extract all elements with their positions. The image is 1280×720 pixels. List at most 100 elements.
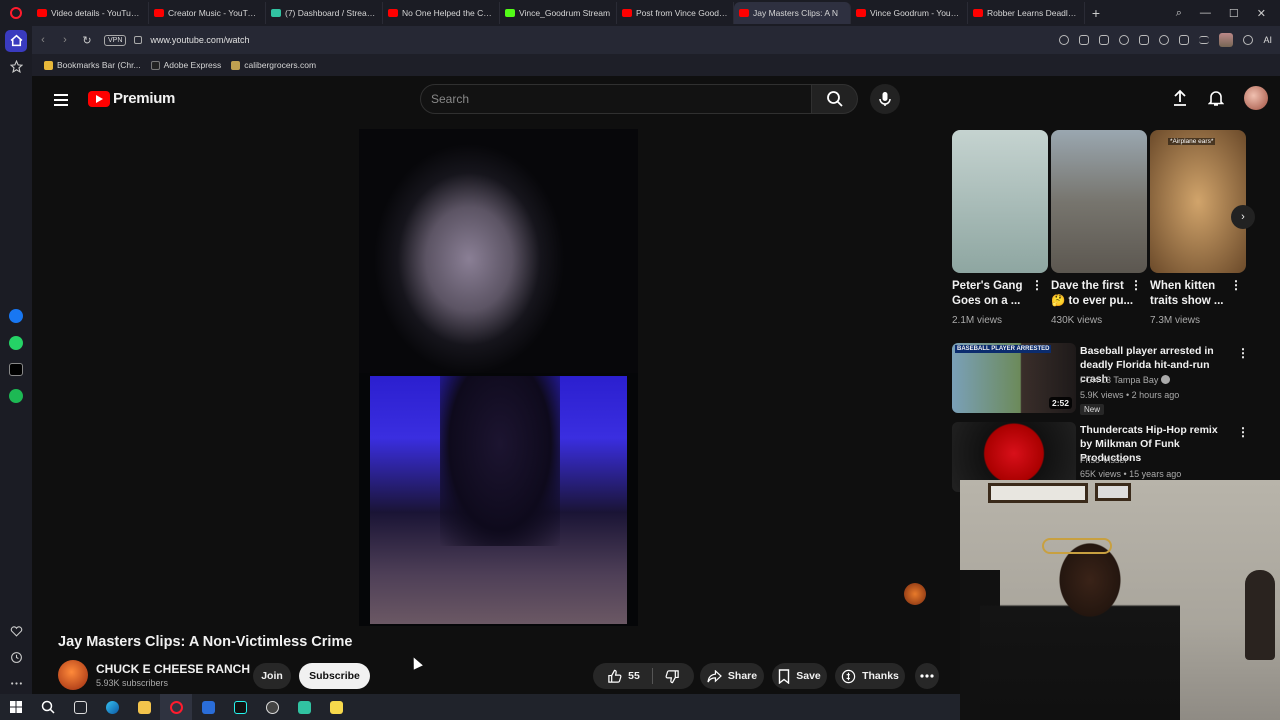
notifications-bell-icon[interactable] bbox=[1208, 89, 1224, 107]
video-channel[interactable]: Friso Visser bbox=[1080, 455, 1127, 465]
browser-tab[interactable]: (7) Dashboard / Streamlabs bbox=[266, 2, 383, 24]
back-icon[interactable]: ‹ bbox=[32, 34, 54, 46]
reload-icon[interactable]: ↻ bbox=[76, 34, 98, 47]
obs-icon[interactable] bbox=[256, 694, 288, 720]
streamlabs-icon[interactable] bbox=[288, 694, 320, 720]
browser-tab[interactable]: Post from Vince Goodrum bbox=[617, 2, 734, 24]
download-icon[interactable] bbox=[1179, 35, 1190, 45]
minimize-icon[interactable]: — bbox=[1200, 7, 1211, 19]
heart-outline-icon[interactable] bbox=[1159, 35, 1170, 45]
bookmark-item[interactable]: Bookmarks Bar (Chr... bbox=[44, 60, 141, 70]
browser-tab[interactable]: Vince_Goodrum Stream bbox=[500, 2, 617, 24]
star-icon[interactable] bbox=[5, 56, 27, 78]
channel-watermark-icon[interactable] bbox=[904, 583, 926, 605]
browser-tab[interactable]: No One Helped the Cop? bbox=[383, 2, 500, 24]
shield-icon[interactable] bbox=[1119, 35, 1130, 45]
aria-ai-button[interactable]: AI bbox=[1263, 35, 1272, 45]
channel-name[interactable]: CHUCK E CHEESE RANCH bbox=[96, 662, 250, 676]
toolbar-icons: AI bbox=[1059, 33, 1272, 47]
edit-icon[interactable] bbox=[1079, 35, 1090, 45]
statue bbox=[1245, 570, 1275, 660]
search-icon[interactable] bbox=[1059, 35, 1070, 45]
super-thanks-icon bbox=[841, 669, 856, 683]
spotify-icon[interactable] bbox=[9, 389, 23, 404]
short-thumbnail[interactable] bbox=[952, 130, 1048, 273]
thumbs-up-icon[interactable] bbox=[607, 669, 622, 684]
short-menu-kebab-icon[interactable]: ⋮ bbox=[1230, 279, 1242, 291]
search-button[interactable] bbox=[812, 84, 858, 114]
short-title[interactable]: Dave the first 🤔 to ever pu... bbox=[1051, 279, 1137, 311]
search-tabs-icon[interactable]: ⌕ bbox=[1176, 7, 1182, 20]
more-actions-button[interactable] bbox=[915, 663, 939, 689]
close-icon[interactable]: ✕ bbox=[1257, 7, 1266, 20]
share-button[interactable]: Share bbox=[700, 663, 764, 689]
taskbar-search-icon[interactable] bbox=[32, 694, 64, 720]
subscribe-button[interactable]: Subscribe bbox=[299, 663, 370, 689]
profile-avatar[interactable] bbox=[1219, 33, 1234, 47]
video-thumbnail[interactable]: BASEBALL PLAYER ARRESTED 2:52 bbox=[952, 343, 1076, 413]
browser-sidebar bbox=[0, 26, 32, 694]
hamburger-menu-icon[interactable] bbox=[54, 94, 68, 106]
video-menu-kebab-icon[interactable]: ⋮ bbox=[1237, 426, 1249, 438]
maximize-icon[interactable]: ☐ bbox=[1229, 7, 1239, 20]
messenger-icon[interactable] bbox=[9, 308, 23, 323]
extensions-icon[interactable] bbox=[1243, 35, 1254, 45]
new-tab-button[interactable]: + bbox=[1085, 5, 1107, 21]
start-button[interactable] bbox=[0, 694, 32, 720]
edge-icon[interactable] bbox=[96, 694, 128, 720]
vpn-badge[interactable]: VPN bbox=[104, 34, 127, 46]
url-text[interactable]: www.youtube.com/watch bbox=[150, 35, 249, 45]
join-button[interactable]: Join bbox=[253, 663, 291, 689]
video-player[interactable] bbox=[359, 129, 638, 626]
short-title[interactable]: When kitten traits show ... bbox=[1150, 279, 1236, 311]
whatsapp-icon[interactable] bbox=[9, 335, 23, 350]
home-icon[interactable] bbox=[5, 30, 27, 52]
task-view-icon[interactable] bbox=[64, 694, 96, 720]
browser-tab[interactable]: Creator Music - YouTube Studio bbox=[149, 2, 266, 24]
tab-title: Video details - YouTube Studio bbox=[51, 8, 143, 18]
opera-taskbar-icon[interactable] bbox=[160, 694, 192, 720]
microphone-icon bbox=[879, 92, 891, 106]
short-menu-kebab-icon[interactable]: ⋮ bbox=[1031, 279, 1043, 291]
tiktok-icon[interactable] bbox=[224, 694, 256, 720]
mouse-cursor-icon bbox=[409, 655, 423, 670]
heart-icon[interactable] bbox=[5, 621, 27, 643]
camera-icon[interactable] bbox=[1099, 35, 1110, 45]
tab-title: Creator Music - YouTube Studio bbox=[168, 8, 260, 18]
forward-icon[interactable]: › bbox=[54, 34, 76, 46]
x-twitter-icon[interactable] bbox=[9, 362, 23, 377]
channel-avatar[interactable] bbox=[58, 660, 88, 690]
video-channel[interactable]: FOX 13 Tampa Bay bbox=[1080, 375, 1170, 385]
upload-icon[interactable] bbox=[1172, 89, 1188, 107]
history-icon[interactable] bbox=[5, 646, 27, 668]
short-thumbnail[interactable] bbox=[1051, 130, 1147, 273]
browser-tab-active[interactable]: Jay Masters Clips: A N bbox=[734, 2, 851, 24]
voice-search-button[interactable] bbox=[870, 84, 900, 114]
account-avatar[interactable] bbox=[1244, 86, 1268, 110]
search-input[interactable] bbox=[431, 92, 811, 106]
like-count[interactable]: 55 bbox=[628, 670, 640, 682]
play-icon[interactable] bbox=[1139, 35, 1150, 45]
short-menu-kebab-icon[interactable]: ⋮ bbox=[1130, 279, 1142, 291]
browser-tab[interactable]: Vince Goodrum - YouTube bbox=[851, 2, 968, 24]
sticky-notes-icon[interactable] bbox=[320, 694, 352, 720]
opera-logo-icon[interactable] bbox=[0, 0, 32, 26]
file-explorer-icon[interactable] bbox=[128, 694, 160, 720]
short-title[interactable]: Peter's Gang Goes on a ... bbox=[952, 279, 1038, 311]
thumbs-down-icon[interactable] bbox=[665, 669, 680, 684]
menu-icon[interactable] bbox=[1199, 36, 1210, 44]
thanks-label: Thanks bbox=[862, 670, 899, 682]
browser-tab[interactable]: Video details - YouTube Studio bbox=[32, 2, 149, 24]
youtube-premium-logo[interactable]: Premium bbox=[88, 90, 175, 107]
microsoft-store-icon[interactable] bbox=[192, 694, 224, 720]
lock-icon[interactable] bbox=[134, 36, 143, 44]
thanks-button[interactable]: Thanks bbox=[835, 663, 905, 689]
video-menu-kebab-icon[interactable]: ⋮ bbox=[1237, 347, 1249, 359]
browser-tab[interactable]: Robber Learns Deadly Les bbox=[968, 2, 1085, 24]
short-thumbnail[interactable]: *Airplane ears* bbox=[1150, 130, 1246, 273]
bookmark-item[interactable]: calibergrocers.com bbox=[231, 60, 316, 70]
more-dots-icon[interactable] bbox=[5, 672, 27, 694]
save-button[interactable]: Save bbox=[772, 663, 827, 689]
shorts-next-chevron-icon[interactable]: › bbox=[1231, 205, 1255, 229]
bookmark-item[interactable]: Adobe Express bbox=[150, 60, 221, 70]
